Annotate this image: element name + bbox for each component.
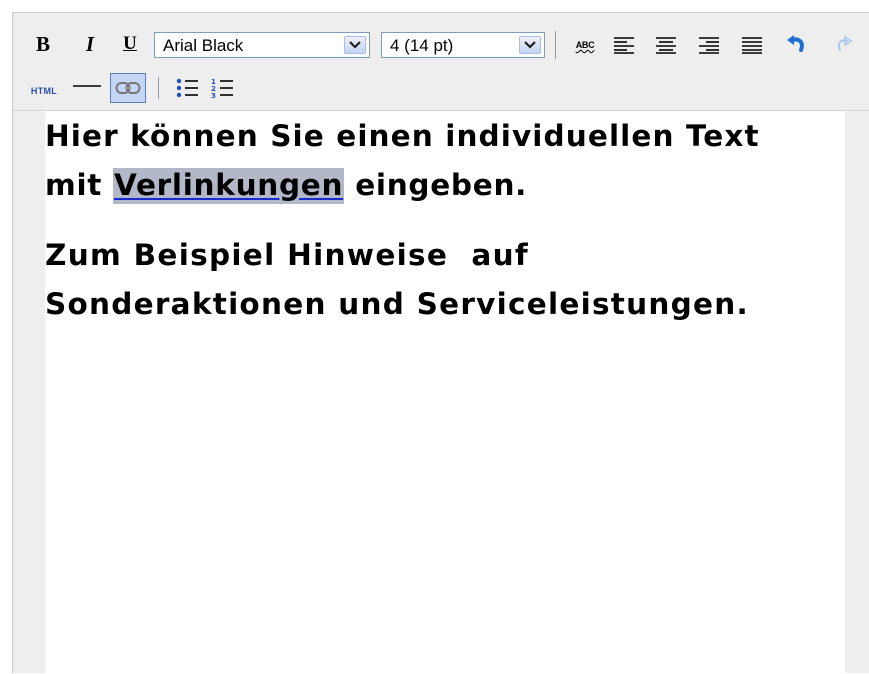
paragraph-line: mit Verlinkungen eingeben. — [45, 168, 528, 204]
bold-icon: B — [35, 31, 50, 56]
html-source-button[interactable]: HTML — [27, 85, 61, 97]
paragraph-text: mit — [45, 168, 103, 202]
insert-link-button[interactable] — [110, 73, 146, 103]
toolbar-separator — [158, 77, 159, 99]
italic-button[interactable]: I — [79, 31, 101, 57]
spellcheck-icon: ABC — [575, 40, 595, 50]
paragraph-line: Hier können Sie einen individuellen Text — [45, 119, 760, 153]
font-family-value: Arial Black — [163, 36, 244, 55]
italic-icon: I — [85, 31, 95, 56]
chevron-down-icon[interactable] — [344, 36, 366, 54]
chevron-down-icon[interactable] — [519, 36, 541, 54]
numbered-list-icon: 123 — [211, 78, 233, 99]
paragraph-text: Zum Beispiel Hinweise auf — [45, 238, 530, 272]
align-justify-icon — [742, 37, 762, 54]
align-center-icon — [656, 37, 676, 54]
align-right-icon — [699, 37, 719, 54]
align-center-button[interactable] — [653, 32, 679, 58]
editor-content-area[interactable]: Hier können Sie einen individuellen Text… — [45, 111, 845, 674]
paragraph-line: Sonderaktionen und Serviceleistungen. — [45, 287, 749, 321]
bullet-list-icon — [176, 78, 198, 98]
svg-text:3: 3 — [211, 92, 216, 99]
horizontal-rule-button[interactable] — [71, 75, 103, 97]
align-left-button[interactable] — [611, 32, 637, 58]
bullet-list-button[interactable] — [173, 75, 201, 101]
horizontal-rule-icon — [73, 85, 101, 87]
undo-button[interactable] — [783, 31, 809, 59]
font-family-select[interactable]: Arial Black — [154, 32, 370, 58]
underline-icon: U — [123, 33, 137, 54]
align-justify-button[interactable] — [739, 32, 765, 58]
link-icon — [115, 82, 141, 94]
hyperlink-selected[interactable]: Verlinkungen — [113, 168, 345, 204]
align-left-icon — [614, 37, 634, 54]
paragraph-text: eingeben. — [355, 168, 528, 202]
undo-icon — [787, 35, 804, 52]
bold-button[interactable]: B — [31, 31, 55, 57]
font-size-select[interactable]: 4 (14 pt) — [381, 32, 545, 58]
align-right-button[interactable] — [696, 32, 722, 58]
redo-button[interactable] — [831, 31, 857, 59]
underline-button[interactable]: U — [119, 31, 141, 57]
redo-icon — [837, 36, 853, 51]
editor-toolbar: B I U Arial Black 4 (14 pt) ABC HTML 1 2… — [13, 13, 869, 111]
numbered-list-button[interactable]: 123 — [208, 75, 236, 101]
font-size-value: 4 (14 pt) — [390, 36, 454, 55]
paragraph-line: Zum Beispiel Hinweise auf — [45, 238, 529, 272]
toolbar-separator — [555, 31, 556, 59]
rich-text-editor: B I U Arial Black 4 (14 pt) ABC HTML 1 2… — [12, 12, 869, 674]
spellcheck-button[interactable]: ABC — [568, 37, 602, 53]
html-source-icon: HTML — [30, 86, 58, 96]
